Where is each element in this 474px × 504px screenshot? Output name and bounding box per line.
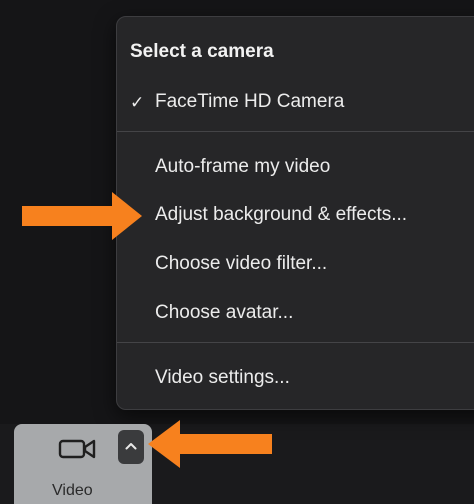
checkmark-icon: ✓ bbox=[130, 93, 145, 112]
video-toolbar-button[interactable]: Video bbox=[14, 424, 152, 504]
camera-menu: Select a camera ✓ FaceTime HD Camera Aut… bbox=[116, 16, 474, 410]
menu-item-video-settings[interactable]: Video settings... bbox=[155, 367, 290, 389]
menu-item-auto-frame[interactable]: Auto-frame my video bbox=[155, 156, 330, 178]
annotation-arrow-left bbox=[148, 420, 272, 468]
video-label: Video bbox=[52, 482, 93, 499]
chevron-up-icon bbox=[125, 443, 137, 450]
video-options-caret-button[interactable] bbox=[118, 430, 144, 464]
menu-separator-2 bbox=[117, 342, 474, 343]
screenshot-stage: Select a camera ✓ FaceTime HD Camera Aut… bbox=[0, 0, 474, 504]
video-camera-icon[interactable] bbox=[58, 436, 98, 462]
menu-separator-1 bbox=[117, 131, 474, 132]
menu-item-choose-avatar[interactable]: Choose avatar... bbox=[155, 302, 293, 324]
annotation-arrow-right bbox=[22, 192, 142, 240]
menu-item-video-filter[interactable]: Choose video filter... bbox=[155, 253, 327, 275]
menu-item-adjust-background[interactable]: Adjust background & effects... bbox=[155, 204, 407, 226]
menu-item-facetime-camera[interactable]: FaceTime HD Camera bbox=[155, 91, 344, 113]
menu-header-select-camera: Select a camera bbox=[130, 41, 274, 62]
